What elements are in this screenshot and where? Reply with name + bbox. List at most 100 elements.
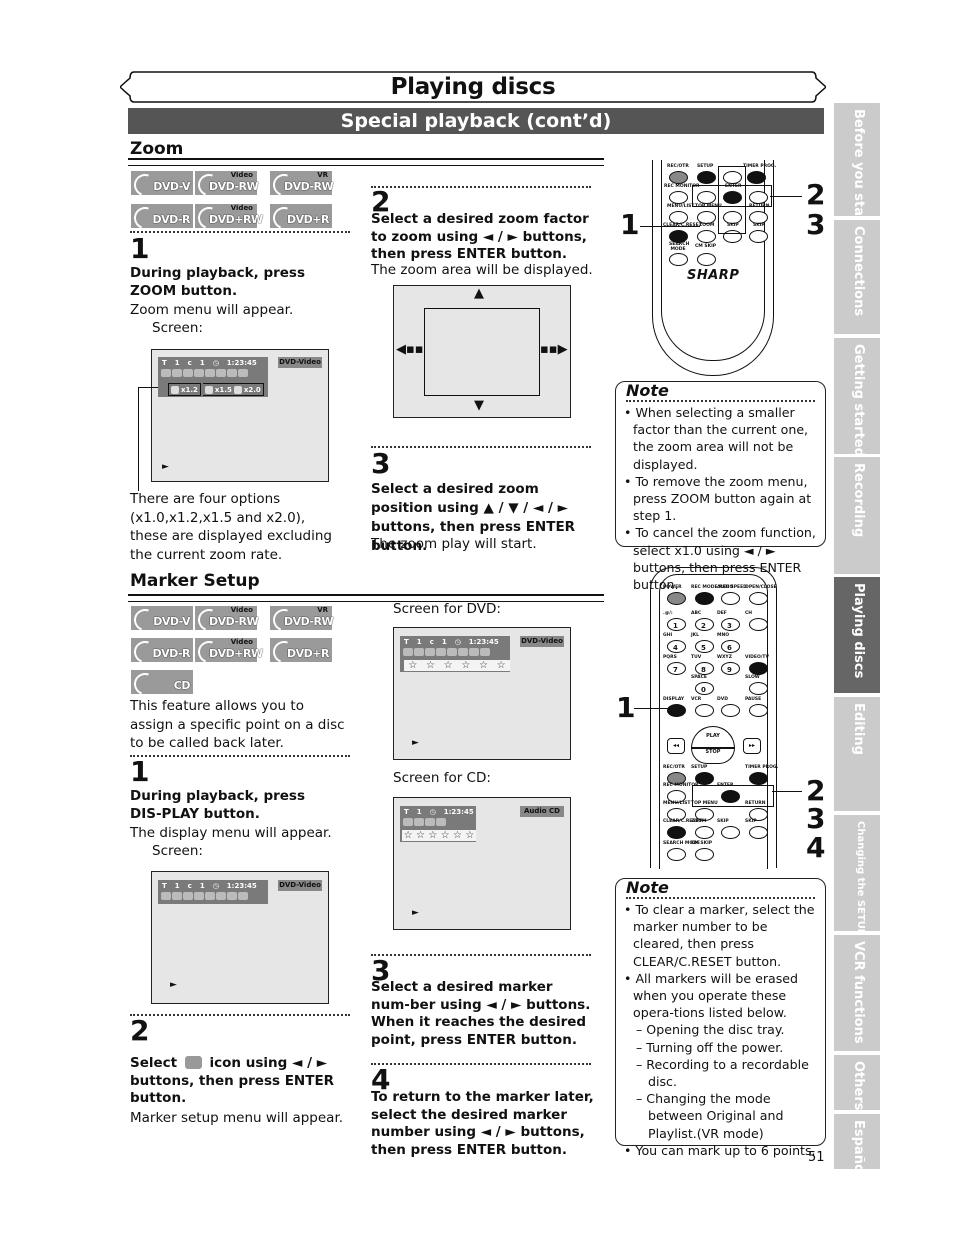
remote-button-skip[interactable] (721, 826, 740, 839)
play-indicator: ► (412, 908, 419, 918)
marker-section-title: Marker Setup (130, 571, 260, 591)
highlight-box (692, 785, 774, 807)
side-tab-recording[interactable]: Recording (834, 457, 880, 574)
marker-step1-number: 1 (130, 755, 150, 788)
cm-skip-button[interactable] (697, 253, 716, 266)
remote-button-cm-skip[interactable] (695, 848, 714, 861)
page-number: 51 (808, 1150, 825, 1165)
disc-badge-dvd-rw: Video DVD-RW (194, 605, 259, 635)
marker-slot-icon[interactable]: ☆ (441, 830, 450, 841)
search-mode-button[interactable] (669, 253, 688, 266)
digit-label: 7 (673, 666, 678, 674)
zoom-step2-instruction: Select a desired zoom factor to zoom usi… (371, 211, 589, 262)
remote-label: POWER (663, 585, 682, 590)
remote-button-ch[interactable] (749, 618, 768, 631)
disc-badge-dvd-rw: Video DVD+RW (194, 637, 263, 667)
zoom-step2-text: The zoom area will be displayed. (371, 262, 593, 278)
marker-slot-icon[interactable]: ☆ (461, 660, 470, 671)
fast-forward-button[interactable]: ▸▸ (743, 738, 761, 754)
zoom-label: ZOOM (699, 223, 715, 228)
side-tab-changing-the-setup-menu[interactable]: Changing the SETUP menu (834, 815, 880, 931)
remote-button-skip[interactable] (749, 826, 768, 839)
remote-button-power[interactable] (667, 592, 686, 605)
disc-format-sup: Video (230, 638, 253, 646)
side-tab-getting-started[interactable]: Getting started (834, 338, 880, 454)
side-tab-before-you-start[interactable]: Before you start (834, 103, 880, 216)
remote-button-search-mode[interactable] (667, 848, 686, 861)
track-number: 1 (416, 807, 422, 816)
side-tab-vcr-functions[interactable]: VCR functions (834, 935, 880, 1051)
chapter-number: 1 (199, 358, 205, 367)
callout-1: 1 (620, 208, 640, 241)
zoom-option-selected[interactable]: x1.2 (168, 383, 201, 396)
remote-button-video-tv[interactable] (749, 662, 768, 675)
disc-format-label: DVD-R (152, 213, 190, 226)
disc-format-sup: Video (230, 606, 253, 614)
rec-monitor-button[interactable] (669, 191, 688, 204)
clock-icon: ◷ (212, 358, 219, 367)
callout-3: 3 (806, 802, 826, 835)
rewind-button[interactable]: ◂◂ (667, 738, 685, 754)
skip-forward-button[interactable] (749, 230, 768, 243)
marker-note-box: Note • To clear a marker, select the mar… (615, 878, 826, 1158)
disc-format-label: DVD-V (153, 615, 190, 628)
marker-slot-icon[interactable]: ☆ (479, 660, 488, 671)
remote-button-dvd[interactable] (721, 704, 740, 717)
disc-format-sup: VR (317, 606, 328, 614)
timer-prog-button[interactable] (747, 171, 766, 184)
tab-label: Others (851, 1061, 866, 1110)
side-tab-others[interactable]: Others (834, 1055, 880, 1110)
remote-control-full: POWER REC MODE REC SPEED AUDIO OPEN/CLOSE .@… (650, 567, 778, 869)
rec-otr-button[interactable] (669, 171, 688, 184)
tab-label: Getting started (851, 344, 866, 454)
disc-format-label: DVD-RW (209, 180, 259, 193)
marker-slot-icon[interactable]: ☆ (408, 660, 417, 671)
disc-type-tag: DVD-Video (520, 636, 564, 647)
side-tab-editing[interactable]: Editing (834, 697, 880, 811)
section-rule (128, 594, 604, 602)
marker-slot-icon[interactable]: ☆ (497, 660, 506, 671)
marker-slot-icon[interactable]: ☆ (453, 830, 462, 841)
remote-label: CM SKIP (691, 841, 713, 846)
marker-setup-icon (184, 1056, 202, 1069)
page-title: Playing discs (390, 74, 556, 100)
remote-button-rec-mode-rec-speed[interactable] (695, 592, 714, 605)
remote-button-vcr[interactable] (695, 704, 714, 717)
zoom-option[interactable]: x1.5 x2.0 (202, 383, 264, 396)
remote-button-clear-c-reset[interactable] (667, 826, 686, 839)
remote-button-display[interactable] (667, 704, 686, 717)
remote-label: SKIP (745, 819, 757, 824)
remote-button-open-close[interactable] (749, 592, 768, 605)
remote-button-slow[interactable] (749, 682, 768, 695)
note-item: • To remove the zoom menu, press ZOOM bu… (624, 473, 812, 524)
skip-forward-label: SKIP (753, 223, 765, 228)
marker-slot-icon[interactable]: ☆ (444, 660, 453, 671)
remote-label: SPACE (691, 675, 707, 680)
marker-step2-text: Marker setup menu will appear. (130, 1110, 344, 1126)
marker-slot-icon[interactable]: ☆ (416, 830, 425, 841)
note-item: – Opening the disc tray. (636, 1022, 785, 1038)
marker-slot-icon[interactable]: ☆ (428, 830, 437, 841)
remote-button-audio[interactable] (721, 592, 740, 605)
digit-label: 0 (701, 686, 706, 694)
remote-button-pause[interactable] (749, 704, 768, 717)
marker-slot-icon[interactable]: ☆ (404, 830, 413, 841)
side-tab-playing-discs[interactable]: Playing discs (834, 577, 880, 693)
arrow-left-icon: ◀▪▪ (396, 342, 424, 357)
dotted-divider (371, 186, 591, 188)
brand-logo: SHARP (687, 268, 740, 283)
side-tab-connections[interactable]: Connections (834, 220, 880, 334)
timer-prog-label: TIMER PROG. (743, 164, 777, 169)
title-number: 1 (174, 358, 180, 367)
disc-format-label: CD (173, 679, 191, 692)
setup-button[interactable] (697, 171, 716, 184)
remote-button-zoom[interactable] (695, 826, 714, 839)
side-tab-espa-ol[interactable]: Español (834, 1114, 880, 1169)
zoom-button[interactable] (697, 230, 716, 243)
remote-button-timer-prog[interactable] (749, 772, 768, 785)
dotted-divider (371, 1063, 591, 1065)
zoom-note-box: Note • When selecting a smaller factor t… (615, 381, 826, 592)
play-indicator: ► (170, 980, 177, 990)
marker-slot-icon[interactable]: ☆ (426, 660, 435, 671)
marker-slot-icon[interactable]: ☆ (465, 830, 474, 841)
